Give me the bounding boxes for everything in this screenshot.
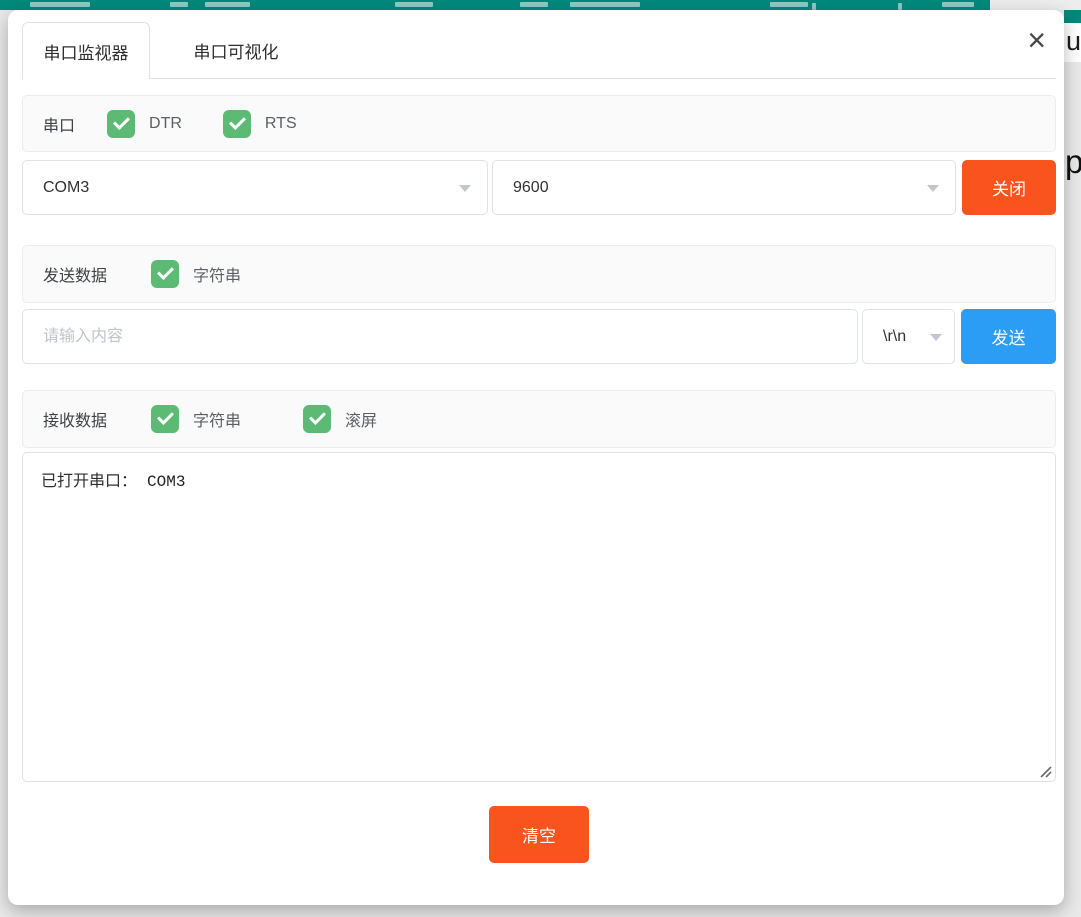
- tabbar-divider: [150, 78, 1056, 79]
- close-port-button[interactable]: 关闭: [962, 160, 1056, 215]
- baud-select-value: 9600: [513, 179, 549, 197]
- send-input[interactable]: [22, 309, 858, 364]
- serial-section-header: 串口 DTR RTS: [22, 95, 1056, 152]
- clear-button[interactable]: 清空: [489, 806, 589, 863]
- rts-checkbox[interactable]: [223, 110, 251, 138]
- clipped-text-fragment-mid: p: [1065, 143, 1081, 181]
- line-ending-select[interactable]: \r\n: [862, 309, 955, 364]
- menubar-glyph-fragment: [570, 2, 640, 7]
- send-section-header: 发送数据 字符串: [22, 245, 1056, 303]
- receive-log-text: 已打开串口：: [41, 473, 137, 490]
- send-string-label: 字符串: [193, 262, 241, 286]
- menubar-glyph-fragment: [770, 2, 808, 7]
- chevron-down-icon: [459, 185, 471, 192]
- serial-section-title: 串口: [43, 112, 75, 136]
- port-select-value: COM3: [43, 179, 89, 197]
- tab-serial-plotter-label: 串口可视化: [194, 38, 279, 63]
- close-icon[interactable]: ×: [1027, 24, 1046, 56]
- receive-string-checkbox-group[interactable]: 字符串: [151, 405, 241, 433]
- receive-log[interactable]: 已打开串口： COM3: [22, 452, 1056, 782]
- rts-label: RTS: [265, 115, 297, 133]
- page-edge-teal-strip: [1064, 10, 1081, 23]
- receive-section-header: 接收数据 字符串 滚屏: [22, 390, 1056, 448]
- menubar-glyph-fragment: [205, 2, 250, 7]
- serial-monitor-dialog: 串口监视器 串口可视化 × 串口 DTR RTS COM3 9600 关闭 发送…: [8, 10, 1064, 905]
- line-ending-value: \r\n: [883, 328, 906, 346]
- send-button[interactable]: 发送: [961, 309, 1056, 364]
- rts-checkbox-group[interactable]: RTS: [223, 110, 297, 138]
- menubar-glyph-fragment: [942, 2, 974, 7]
- menubar-glyph-fragment: [520, 2, 548, 7]
- menubar-glyph-fragment: [30, 2, 90, 7]
- menubar-glyph-fragment: [395, 2, 433, 7]
- menubar-right-gap: [990, 0, 1081, 10]
- receive-section-title: 接收数据: [43, 407, 107, 431]
- receive-string-label: 字符串: [193, 407, 241, 431]
- tab-serial-plotter[interactable]: 串口可视化: [150, 22, 322, 78]
- resize-handle-icon[interactable]: [1039, 765, 1052, 778]
- send-string-checkbox[interactable]: [151, 260, 179, 288]
- dtr-checkbox[interactable]: [107, 110, 135, 138]
- menubar-glyph-fragment: [898, 3, 902, 10]
- receive-log-port: COM3: [147, 473, 185, 491]
- send-section-title: 发送数据: [43, 262, 107, 286]
- scroll-checkbox[interactable]: [303, 405, 331, 433]
- app-menubar: [0, 0, 990, 10]
- baud-select[interactable]: 9600: [492, 160, 956, 215]
- clipped-text-fragment-top: u: [1066, 26, 1081, 57]
- port-select[interactable]: COM3: [22, 160, 488, 215]
- menubar-glyph-fragment: [812, 3, 816, 10]
- dtr-label: DTR: [149, 115, 182, 133]
- chevron-down-icon: [930, 334, 942, 341]
- dtr-checkbox-group[interactable]: DTR: [107, 110, 182, 138]
- scroll-checkbox-group[interactable]: 滚屏: [303, 405, 377, 433]
- receive-string-checkbox[interactable]: [151, 405, 179, 433]
- tab-serial-monitor-label: 串口监视器: [44, 39, 129, 64]
- tab-serial-monitor[interactable]: 串口监视器: [22, 22, 150, 79]
- chevron-down-icon: [927, 185, 939, 192]
- send-string-checkbox-group[interactable]: 字符串: [151, 260, 241, 288]
- scroll-label: 滚屏: [345, 407, 377, 431]
- menubar-glyph-fragment: [170, 2, 188, 7]
